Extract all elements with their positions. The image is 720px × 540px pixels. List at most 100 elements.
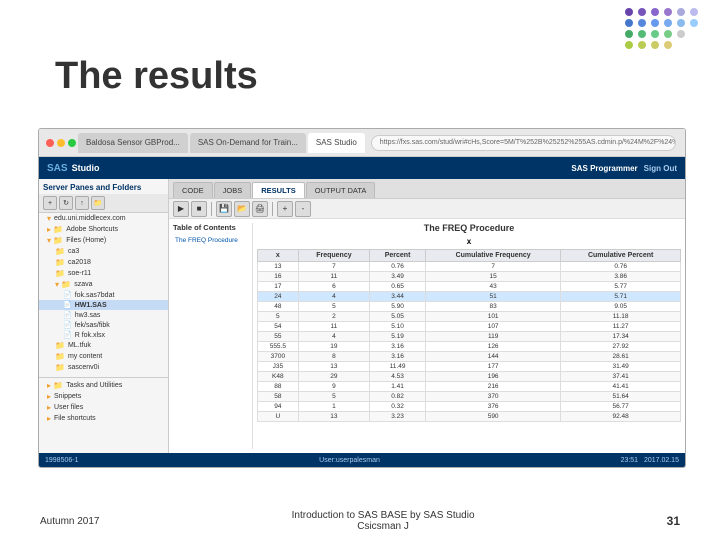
folder-icon: ▾ 📁 — [55, 280, 71, 289]
decoration-dot — [625, 8, 633, 16]
folder-icon: ▾ 📁 — [47, 236, 63, 245]
address-bar[interactable]: https://fxs.sas.com/stud/wri#cHs,Score=5… — [371, 135, 676, 151]
sas-studio-window: SAS Studio SAS Programmer Sign Out Serve… — [39, 157, 685, 467]
sas-statusbar: 1998506-1 User:userpalesman 23:51 2017.0… — [39, 453, 685, 467]
col-header-cumpct: Cumulative Percent — [561, 250, 681, 262]
decoration-dot — [651, 19, 659, 27]
tab-jobs[interactable]: JOBS — [214, 182, 252, 198]
folder-icon: 📁 — [55, 258, 65, 267]
col-header-frequency: Frequency — [298, 250, 369, 262]
close-button[interactable] — [46, 139, 54, 147]
toolbar-zoom-out-btn[interactable]: - — [295, 201, 311, 217]
table-row: 54115.1010711.27 — [258, 322, 681, 332]
signout-link[interactable]: Sign Out — [644, 164, 677, 173]
table-row: 9410.3237656.77 — [258, 402, 681, 412]
sidebar-item-ca2018[interactable]: 📁 ca2018 — [39, 257, 168, 268]
slide-title: The results — [55, 55, 258, 98]
sidebar-item-snippets[interactable]: ▸ Snippets — [39, 391, 168, 402]
main-tabs: CODE JOBS RESULTS OUTPUT DATA — [169, 179, 685, 199]
tab-code[interactable]: CODE — [173, 182, 213, 198]
decoration-dot — [651, 30, 659, 38]
table-row: 8891.4121641.41 — [258, 382, 681, 392]
table-row: 1370.7670.76 — [258, 262, 681, 272]
sidebar-item-mycontent[interactable]: 📁 my content — [39, 351, 168, 362]
folder-icon: ▸ — [47, 392, 51, 401]
minimize-button[interactable] — [57, 139, 65, 147]
col-header-cumfreq: Cumulative Frequency — [425, 250, 560, 262]
toolbar-print-btn[interactable]: 🖨 — [252, 201, 268, 217]
decoration-dot — [638, 30, 646, 38]
table-row: 555.5193.1612627.92 — [258, 342, 681, 352]
sidebar-item-hw3[interactable]: 📄 hw3.sas — [39, 310, 168, 320]
toolbar-stop-btn[interactable]: ■ — [191, 201, 207, 217]
sas-logo: SAS — [47, 163, 68, 174]
sidebar-item-hw1[interactable]: 📄 HW1.SAS — [39, 300, 168, 310]
sidebar-section-title[interactable]: Server Panes and Folders — [39, 181, 168, 194]
sidebar-item-userfiles[interactable]: ▸ User files — [39, 402, 168, 413]
page-footer: Autumn 2017 Introduction to SAS BASE by … — [0, 510, 720, 532]
tab-results[interactable]: RESULTS — [252, 182, 304, 198]
table-row: J351311.4917731.49 — [258, 362, 681, 372]
sidebar-item-shortcuts[interactable]: ▸ 📁 Adobe Shortcuts — [39, 224, 168, 235]
decoration-dot — [690, 41, 698, 49]
decoration-dot — [677, 30, 685, 38]
results-table-title: The FREQ Procedure — [257, 223, 681, 233]
browser-tab-1[interactable]: SAS On-Demand for Train... — [190, 133, 306, 153]
sas-studio-label: Studio — [72, 163, 100, 173]
sidebar-item-fileshortcuts[interactable]: ▸ File shortcuts — [39, 413, 168, 424]
folder-icon: 📁 — [55, 269, 65, 278]
file-icon: 📄 — [63, 301, 72, 309]
sidebar-item-fok[interactable]: 📄 fok.sas7bdat — [39, 290, 168, 300]
table-row: U133.2359092.48 — [258, 412, 681, 422]
sidebar-item-root[interactable]: ▾ edu.uni.middlecex.com — [39, 213, 168, 224]
decoration-dot — [664, 30, 672, 38]
sidebar-item-ca3[interactable]: 📁 ca3 — [39, 246, 168, 257]
decoration-dot — [625, 41, 633, 49]
sidebar-refresh-btn[interactable]: ↻ — [59, 196, 73, 210]
folder-icon: ▸ — [47, 414, 51, 423]
decoration-dot — [690, 30, 698, 38]
decoration-dot — [638, 41, 646, 49]
slide-title-area: The results — [55, 55, 258, 98]
sidebar-item-rfok[interactable]: 📄 R fok.xlsx — [39, 330, 168, 340]
main-toolbar: ▶ ■ 💾 📂 🖨 + - — [169, 199, 685, 219]
sidebar-new-btn[interactable]: + — [43, 196, 57, 210]
window-controls — [46, 139, 76, 147]
sidebar-toolbar: + ↻ ↑ 📁 — [39, 194, 168, 213]
toolbar-run-btn[interactable]: ▶ — [173, 201, 189, 217]
sidebar-item-ml[interactable]: 📁 ML.tfuk — [39, 340, 168, 351]
sas-header: SAS Studio SAS Programmer Sign Out — [39, 157, 685, 179]
sidebar-item-fek[interactable]: 📄 fek/sas/fibk — [39, 320, 168, 330]
folder-icon: 📁 — [55, 363, 65, 372]
sidebar-folder-btn[interactable]: 📁 — [91, 196, 105, 210]
freq-table: x Frequency Percent Cumulative Frequency… — [257, 249, 681, 422]
sidebar-item-szava[interactable]: ▾ 📁 szava — [39, 279, 168, 290]
tab-output-data[interactable]: OUTPUT DATA — [306, 182, 376, 198]
toolbar-save-btn[interactable]: 💾 — [216, 201, 232, 217]
file-icon: 📄 — [63, 331, 72, 339]
toolbar-zoom-in-btn[interactable]: + — [277, 201, 293, 217]
toc-panel: Table of Contents The FREQ Procedure — [173, 223, 253, 449]
sidebar-item-tasks[interactable]: ▸ 📁 Tasks and Utilities — [39, 380, 168, 391]
table-row: 1760.65435.77 — [258, 282, 681, 292]
folder-icon: ▸ — [47, 403, 51, 412]
sidebar-up-btn[interactable]: ↑ — [75, 196, 89, 210]
table-row: 5545.1911917.34 — [258, 332, 681, 342]
decoration-dot — [651, 8, 659, 16]
sidebar-item-files-home[interactable]: ▾ 📁 Files (Home) — [39, 235, 168, 246]
maximize-button[interactable] — [68, 139, 76, 147]
browser-tab-2[interactable]: SAS Studio — [308, 133, 365, 153]
file-icon: 📄 — [63, 321, 72, 329]
results-area: The FREQ Procedure x x Frequency Percent… — [257, 223, 681, 449]
decoration-dot — [651, 41, 659, 49]
toolbar-open-btn[interactable]: 📂 — [234, 201, 250, 217]
page-number: 31 — [667, 514, 680, 528]
results-subtitle: x — [257, 237, 681, 246]
sidebar-item-sascenv[interactable]: 📁 sascenv0i — [39, 362, 168, 373]
sas-main-panel: CODE JOBS RESULTS OUTPUT DATA ▶ ■ — [169, 179, 685, 453]
folder-icon: ▾ — [47, 214, 51, 223]
decoration-dot — [638, 8, 646, 16]
browser-tab-0[interactable]: Baldosa Sensor GBProd... — [78, 133, 188, 153]
toc-item-freq[interactable]: The FREQ Procedure — [173, 236, 248, 245]
sidebar-item-soe-r11[interactable]: 📁 soe-r11 — [39, 268, 168, 279]
